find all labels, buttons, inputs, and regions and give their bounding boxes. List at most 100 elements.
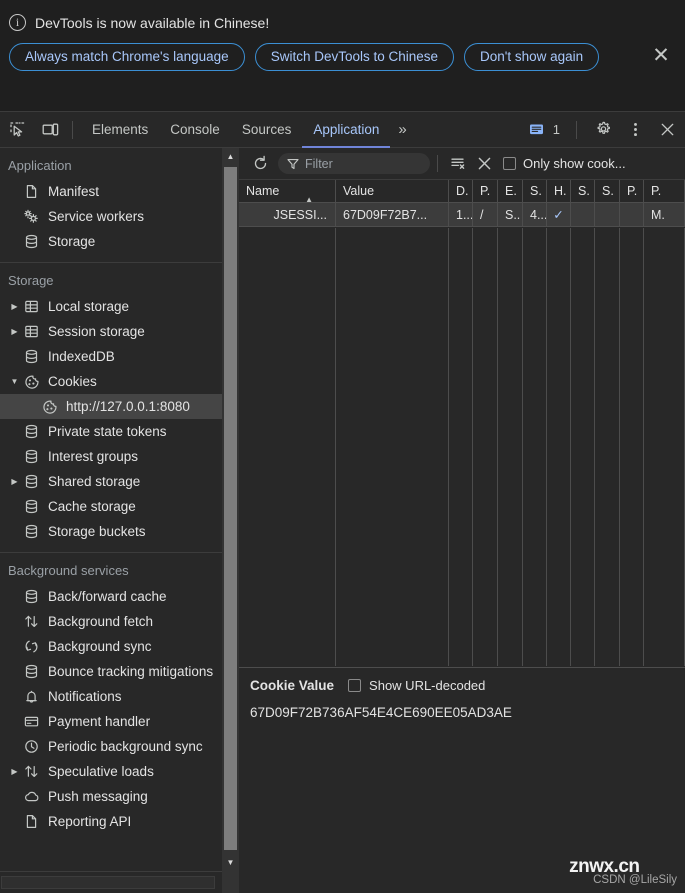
database-icon [21, 589, 42, 604]
sidebar-item-shared-storage[interactable]: ▶ Shared storage [0, 469, 222, 494]
column-header-6-h[interactable]: H. [547, 180, 571, 202]
sidebar-item-push-messaging[interactable]: Push messaging [0, 784, 222, 809]
switch-devtools-language-button[interactable]: Switch DevTools to Chinese [254, 43, 455, 71]
issues-message-icon[interactable] [523, 116, 551, 144]
sidebar-item-interest-groups[interactable]: Interest groups [0, 444, 222, 469]
sidebar-item-local-storage[interactable]: ▶ Local storage [0, 294, 222, 319]
sidebar-item-label: Back/forward cache [48, 589, 167, 604]
sidebar-item-label: Background fetch [48, 614, 154, 629]
more-tabs-chevron-icon[interactable]: » [390, 121, 413, 138]
table-cell-path: / [473, 203, 498, 226]
sidebar-item-session-storage[interactable]: ▶ Session storage [0, 319, 222, 344]
clear-all-cookies-icon[interactable] [445, 151, 471, 177]
table-cell-size: 4... [523, 203, 547, 226]
cookies-table-body[interactable]: JSESSI... 67D09F72B7... 1... / S.. 4... ✓ M. [239, 203, 685, 227]
toolbar-divider-right [576, 120, 577, 139]
database-icon [21, 474, 42, 489]
column-header-0-name[interactable]: Name ▲ [239, 180, 336, 202]
table-icon [21, 324, 42, 339]
column-header-label: D. [456, 184, 469, 198]
cookies-table[interactable]: Name ▲ Value D. P. E. S. H. S. S. P. P. JSESSI... 67… [239, 180, 685, 666]
kebab-menu-icon[interactable] [621, 116, 649, 144]
inspect-element-icon[interactable] [4, 116, 32, 144]
filter-input-box[interactable] [278, 153, 430, 174]
cookies-table-empty-area [239, 228, 685, 666]
filter-icon [287, 158, 299, 169]
only-show-cookies-toggle[interactable]: Only show cook... [503, 156, 626, 171]
sidebar-item-payment-handler[interactable]: Payment handler [0, 709, 222, 734]
tab-console[interactable]: Console [159, 112, 231, 148]
column-header-4-e[interactable]: E. [498, 180, 523, 202]
only-show-cookies-label: Only show cook... [523, 156, 626, 171]
empty-column-guide [473, 228, 498, 666]
column-header-8-s[interactable]: S. [595, 180, 620, 202]
sidebar-horizontal-scrollbar[interactable] [0, 871, 222, 893]
sidebar-vertical-scrollbar[interactable]: ▲ ▼ [222, 148, 239, 871]
banner-close-icon[interactable]: ✕ [648, 44, 674, 70]
sidebar-item-label: Session storage [48, 324, 145, 339]
sidebar-item-bounce-tracking-mitigations[interactable]: Bounce tracking mitigations [0, 659, 222, 684]
sidebar-scrollbar-thumb[interactable] [224, 167, 237, 850]
devtools-tab-bar: Elements Console Sources Application » 1 [0, 112, 685, 148]
refresh-icon[interactable] [247, 151, 273, 177]
column-header-7-s[interactable]: S. [571, 180, 595, 202]
sidebar-item-periodic-background-sync[interactable]: Periodic background sync [0, 734, 222, 759]
column-header-label: P. [480, 184, 491, 198]
always-match-language-button[interactable]: Always match Chrome's language [9, 43, 245, 71]
filter-input[interactable] [305, 156, 415, 171]
sidebar-item-background-sync[interactable]: Background sync [0, 634, 222, 659]
sidebar-item-back-forward-cache[interactable]: Back/forward cache [0, 584, 222, 609]
sidebar-item-label: Interest groups [48, 449, 139, 464]
tab-bar-right-controls: 1 [519, 116, 685, 144]
sidebar-item-storage[interactable]: Storage [0, 229, 222, 254]
column-header-2-d[interactable]: D. [449, 180, 473, 202]
column-header-10-p[interactable]: P. [644, 180, 685, 202]
sidebar-item-notifications[interactable]: Notifications [0, 684, 222, 709]
column-header-5-s[interactable]: S. [523, 180, 547, 202]
show-url-decoded-checkbox[interactable] [348, 679, 362, 692]
sidebar-item-cookies[interactable]: ▼ Cookies [0, 369, 222, 394]
application-sidebar[interactable]: Application Manifest Service workers Storag… [0, 148, 222, 871]
scroll-up-arrow-icon[interactable]: ▲ [222, 148, 239, 165]
close-devtools-icon[interactable] [653, 116, 681, 144]
dont-show-again-button[interactable]: Don't show again [464, 43, 600, 71]
chevron-right-icon[interactable]: ▶ [8, 759, 21, 784]
delete-selected-cookie-icon[interactable] [471, 151, 497, 177]
show-url-decoded-toggle[interactable]: Show URL-decoded [348, 678, 485, 693]
sidebar-item-speculative-loads[interactable]: ▶ Speculative loads [0, 759, 222, 784]
column-header-1-value[interactable]: Value [336, 180, 449, 202]
sidebar-item-storage-buckets[interactable]: Storage buckets [0, 519, 222, 544]
sidebar-item-reporting-api[interactable]: Reporting API [0, 809, 222, 834]
table-row[interactable]: JSESSI... 67D09F72B7... 1... / S.. 4... ✓ M. [239, 203, 685, 227]
sidebar-item-label: Manifest [48, 184, 100, 199]
chevron-right-icon[interactable]: ▶ [8, 294, 21, 319]
sidebar-item-http-127-0-0-1-8080[interactable]: http://127.0.0.1:8080 [0, 394, 222, 419]
column-header-9-p[interactable]: P. [620, 180, 644, 202]
cookies-toolbar-divider [437, 155, 438, 172]
gear-icon[interactable] [589, 116, 617, 144]
chevron-right-icon[interactable]: ▶ [8, 319, 21, 344]
banner-action-buttons: Always match Chrome's language Switch De… [9, 43, 609, 71]
sidebar-hscrollbar-thumb[interactable] [1, 876, 215, 889]
scroll-down-arrow-icon[interactable]: ▼ [222, 854, 239, 871]
sidebar-item-label: Periodic background sync [48, 739, 203, 754]
sidebar-item-service-workers[interactable]: Service workers [0, 204, 222, 229]
tab-elements[interactable]: Elements [81, 112, 159, 148]
chevron-down-icon[interactable]: ▼ [8, 369, 21, 394]
sidebar-item-manifest[interactable]: Manifest [0, 179, 222, 204]
sidebar-item-private-state-tokens[interactable]: Private state tokens [0, 419, 222, 444]
sidebar-item-background-fetch[interactable]: Background fetch [0, 609, 222, 634]
chevron-right-icon[interactable]: ▶ [8, 469, 21, 494]
sync-icon [21, 639, 42, 654]
tab-sources[interactable]: Sources [231, 112, 303, 148]
column-header-3-p[interactable]: P. [473, 180, 498, 202]
column-header-label: Value [343, 184, 375, 198]
sidebar-item-cache-storage[interactable]: Cache storage [0, 494, 222, 519]
tab-application[interactable]: Application [302, 112, 391, 148]
empty-column-guide [523, 228, 547, 666]
only-show-cookies-checkbox[interactable] [503, 157, 516, 170]
sidebar-item-indexeddb[interactable]: IndexedDB [0, 344, 222, 369]
database-icon [21, 449, 42, 464]
device-toolbar-icon[interactable] [36, 116, 64, 144]
column-header-label: S. [530, 184, 542, 198]
